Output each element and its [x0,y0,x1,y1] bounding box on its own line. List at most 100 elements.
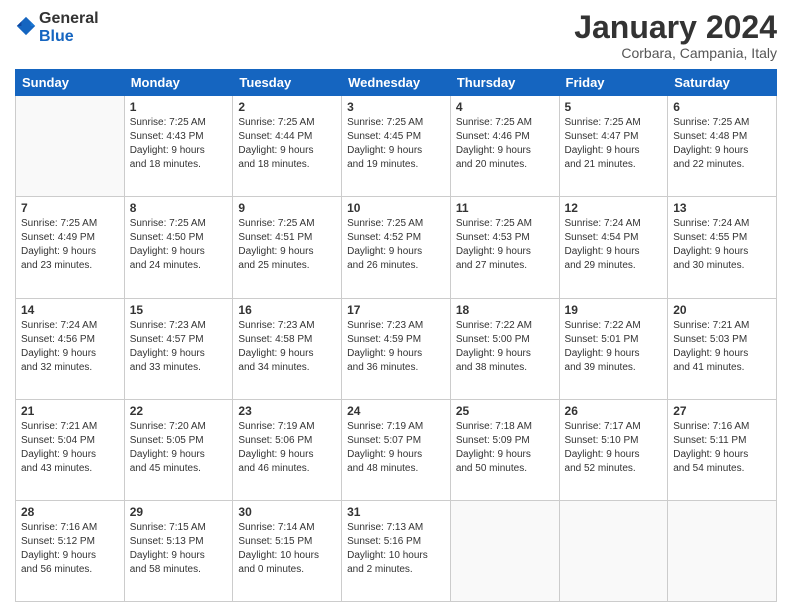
day-number: 4 [456,100,554,114]
calendar-cell-week1-day6: 6Sunrise: 7:25 AMSunset: 4:48 PMDaylight… [668,96,777,197]
calendar-cell-week3-day2: 16Sunrise: 7:23 AMSunset: 4:58 PMDayligh… [233,298,342,399]
day-info-line: Daylight: 9 hours [673,145,748,156]
day-info-line: and 2 minutes. [347,564,413,575]
title-area: January 2024 Corbara, Campania, Italy [574,10,777,61]
location: Corbara, Campania, Italy [574,45,777,61]
day-info-line: and 29 minutes. [565,260,636,271]
day-info-line: and 52 minutes. [565,463,636,474]
day-info-line: Sunrise: 7:25 AM [21,218,97,229]
day-info: Sunrise: 7:25 AMSunset: 4:49 PMDaylight:… [21,217,119,273]
day-info-line: Daylight: 9 hours [456,246,531,257]
day-number: 15 [130,303,228,317]
calendar-cell-week5-day1: 29Sunrise: 7:15 AMSunset: 5:13 PMDayligh… [124,500,233,601]
day-info-line: Sunset: 5:06 PM [238,435,312,446]
day-info-line: Daylight: 9 hours [21,449,96,460]
day-info-line: Daylight: 9 hours [238,449,313,460]
day-info: Sunrise: 7:16 AMSunset: 5:11 PMDaylight:… [673,420,771,476]
calendar-cell-week3-day3: 17Sunrise: 7:23 AMSunset: 4:59 PMDayligh… [342,298,451,399]
day-info-line: Sunrise: 7:25 AM [130,218,206,229]
day-info-line: Sunrise: 7:14 AM [238,522,314,533]
calendar-cell-week3-day5: 19Sunrise: 7:22 AMSunset: 5:01 PMDayligh… [559,298,668,399]
day-info: Sunrise: 7:23 AMSunset: 4:57 PMDaylight:… [130,319,228,375]
calendar-table: Sunday Monday Tuesday Wednesday Thursday… [15,69,777,602]
calendar-cell-week2-day1: 8Sunrise: 7:25 AMSunset: 4:50 PMDaylight… [124,197,233,298]
header: General Blue January 2024 Corbara, Campa… [15,10,777,61]
col-header-tuesday: Tuesday [233,70,342,96]
day-info-line: Sunset: 4:56 PM [21,334,95,345]
day-info-line: Sunset: 5:13 PM [130,536,204,547]
day-number: 17 [347,303,445,317]
day-info-line: and 24 minutes. [130,260,201,271]
day-info-line: and 19 minutes. [347,159,418,170]
day-number: 27 [673,404,771,418]
day-info-line: Sunset: 4:54 PM [565,232,639,243]
day-info-line: Daylight: 9 hours [21,348,96,359]
page: General Blue January 2024 Corbara, Campa… [0,0,792,612]
day-number: 22 [130,404,228,418]
day-info: Sunrise: 7:22 AMSunset: 5:01 PMDaylight:… [565,319,663,375]
day-number: 9 [238,201,336,215]
day-number: 13 [673,201,771,215]
day-info-line: Daylight: 9 hours [456,348,531,359]
col-header-sunday: Sunday [16,70,125,96]
day-info-line: and 27 minutes. [456,260,527,271]
day-number: 23 [238,404,336,418]
calendar-week-row-4: 21Sunrise: 7:21 AMSunset: 5:04 PMDayligh… [16,399,777,500]
day-info-line: Sunset: 4:44 PM [238,131,312,142]
day-info-line: Daylight: 9 hours [130,145,205,156]
calendar-cell-week1-day4: 4Sunrise: 7:25 AMSunset: 4:46 PMDaylight… [450,96,559,197]
day-info-line: Sunset: 5:09 PM [456,435,530,446]
day-info: Sunrise: 7:14 AMSunset: 5:15 PMDaylight:… [238,521,336,577]
calendar-cell-week5-day0: 28Sunrise: 7:16 AMSunset: 5:12 PMDayligh… [16,500,125,601]
day-info: Sunrise: 7:22 AMSunset: 5:00 PMDaylight:… [456,319,554,375]
day-info: Sunrise: 7:16 AMSunset: 5:12 PMDaylight:… [21,521,119,577]
day-info-line: Daylight: 10 hours [238,550,319,561]
calendar-cell-week2-day4: 11Sunrise: 7:25 AMSunset: 4:53 PMDayligh… [450,197,559,298]
calendar-cell-week4-day3: 24Sunrise: 7:19 AMSunset: 5:07 PMDayligh… [342,399,451,500]
day-info-line: Sunset: 4:47 PM [565,131,639,142]
calendar-week-row-5: 28Sunrise: 7:16 AMSunset: 5:12 PMDayligh… [16,500,777,601]
calendar-cell-week1-day0 [16,96,125,197]
day-info-line: and 56 minutes. [21,564,92,575]
day-info-line: Sunset: 4:43 PM [130,131,204,142]
day-info-line: Sunrise: 7:19 AM [238,421,314,432]
month-title: January 2024 [574,10,777,45]
calendar-cell-week5-day2: 30Sunrise: 7:14 AMSunset: 5:15 PMDayligh… [233,500,342,601]
day-info-line: Sunset: 5:04 PM [21,435,95,446]
day-info-line: and 20 minutes. [456,159,527,170]
day-number: 21 [21,404,119,418]
day-info-line: and 0 minutes. [238,564,304,575]
day-info-line: and 36 minutes. [347,362,418,373]
day-info-line: Sunrise: 7:16 AM [673,421,749,432]
day-info-line: and 26 minutes. [347,260,418,271]
day-info-line: and 39 minutes. [565,362,636,373]
day-number: 24 [347,404,445,418]
day-number: 8 [130,201,228,215]
day-info-line: Sunset: 5:07 PM [347,435,421,446]
day-info-line: and 58 minutes. [130,564,201,575]
day-info-line: Sunrise: 7:25 AM [565,117,641,128]
calendar-cell-week5-day3: 31Sunrise: 7:13 AMSunset: 5:16 PMDayligh… [342,500,451,601]
calendar-cell-week4-day5: 26Sunrise: 7:17 AMSunset: 5:10 PMDayligh… [559,399,668,500]
calendar-cell-week5-day4 [450,500,559,601]
day-info-line: Sunrise: 7:20 AM [130,421,206,432]
logo-text: General Blue [39,10,99,45]
day-number: 16 [238,303,336,317]
day-info-line: Daylight: 9 hours [238,145,313,156]
calendar-cell-week1-day5: 5Sunrise: 7:25 AMSunset: 4:47 PMDaylight… [559,96,668,197]
day-info: Sunrise: 7:24 AMSunset: 4:54 PMDaylight:… [565,217,663,273]
col-header-monday: Monday [124,70,233,96]
day-info-line: and 41 minutes. [673,362,744,373]
day-info-line: Daylight: 10 hours [347,550,428,561]
day-info-line: Sunset: 4:59 PM [347,334,421,345]
day-info-line: Sunrise: 7:23 AM [238,320,314,331]
day-info: Sunrise: 7:17 AMSunset: 5:10 PMDaylight:… [565,420,663,476]
day-info-line: Daylight: 9 hours [673,246,748,257]
day-info: Sunrise: 7:18 AMSunset: 5:09 PMDaylight:… [456,420,554,476]
day-info-line: and 54 minutes. [673,463,744,474]
day-info-line: Sunrise: 7:24 AM [673,218,749,229]
day-info-line: Daylight: 9 hours [347,449,422,460]
day-info: Sunrise: 7:24 AMSunset: 4:55 PMDaylight:… [673,217,771,273]
day-info: Sunrise: 7:15 AMSunset: 5:13 PMDaylight:… [130,521,228,577]
day-info-line: Sunrise: 7:23 AM [347,320,423,331]
